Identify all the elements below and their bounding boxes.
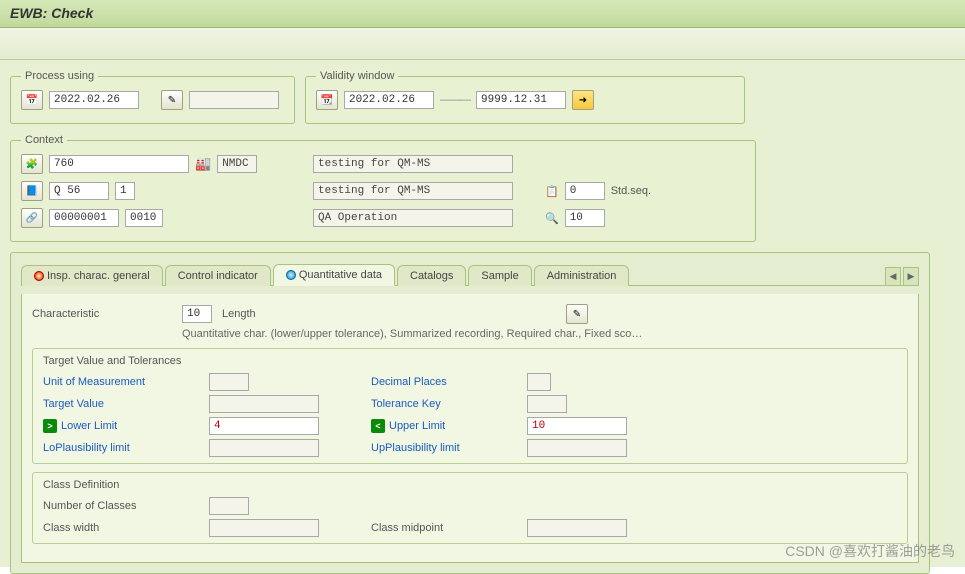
lower-limit-icon: > [43, 419, 57, 433]
detail-icon: 📋 [545, 185, 559, 198]
uom-label[interactable]: Unit of Measurement [43, 376, 203, 388]
tab-sample[interactable]: Sample [468, 265, 531, 286]
num-classes-label: Number of Classes [43, 500, 203, 512]
class-definition-group: Class Definition Number of Classes Class… [32, 472, 908, 544]
factory-icon: 🏭 [195, 156, 211, 172]
dec-input[interactable] [527, 373, 551, 391]
tab-strip: Insp. charac. general Control indicator … [21, 263, 919, 286]
goto-icon[interactable]: ➜ [572, 90, 594, 110]
validity-legend: Validity window [316, 70, 398, 82]
op-input[interactable] [125, 209, 163, 227]
date-separator: ——— [440, 94, 470, 106]
num-classes-input[interactable] [209, 497, 249, 515]
upper-limit-label[interactable]: <Upper Limit [371, 419, 521, 433]
class-width-label: Class width [43, 522, 203, 534]
loplaus-input[interactable] [209, 439, 319, 457]
class-title: Class Definition [43, 479, 897, 491]
counter-input[interactable] [115, 182, 135, 200]
class-mid-input[interactable] [527, 519, 627, 537]
plant-icon[interactable]: 🧩 [21, 154, 43, 174]
group-input[interactable] [49, 182, 109, 200]
lower-limit-input[interactable] [209, 417, 319, 435]
upplaus-input[interactable] [527, 439, 627, 457]
process-extra-input[interactable] [189, 91, 279, 109]
tolkey-label[interactable]: Tolerance Key [371, 398, 521, 410]
context-legend: Context [21, 134, 67, 146]
upper-limit-input[interactable] [527, 417, 627, 435]
class-mid-label: Class midpoint [371, 522, 521, 534]
characteristic-name: Length [222, 308, 256, 320]
plant-name [217, 155, 257, 173]
desc2 [313, 182, 513, 200]
process-date-input[interactable] [49, 91, 139, 109]
group-icon[interactable]: 📘 [21, 181, 43, 201]
target-tolerances-group: Target Value and Tolerances Unit of Meas… [32, 348, 908, 464]
target-input[interactable] [209, 395, 319, 413]
page-title: EWB: Check [10, 5, 955, 21]
context-group: Context 🧩 🏭 📘 📋 S [10, 134, 756, 242]
routing-input[interactable] [49, 209, 119, 227]
uom-input[interactable] [209, 373, 249, 391]
loplaus-label[interactable]: LoPlausibility limit [43, 442, 203, 454]
calendar-icon[interactable]: 📅 [21, 90, 43, 110]
tab-administration[interactable]: Administration [534, 265, 630, 286]
toolbar-strip [0, 28, 965, 60]
desc1 [313, 155, 513, 173]
class-width-input[interactable] [209, 519, 319, 537]
tab-insp-charac-general[interactable]: Insp. charac. general [21, 265, 163, 286]
validity-from-input[interactable] [344, 91, 434, 109]
std-count[interactable] [565, 182, 605, 200]
calendar-range-icon[interactable]: 📆 [316, 90, 338, 110]
tolkey-input[interactable] [527, 395, 567, 413]
target-title: Target Value and Tolerances [43, 355, 897, 367]
tab-quantitative-data[interactable]: Quantitative data [273, 264, 395, 286]
std-label: Std.seq. [611, 185, 651, 197]
target-label[interactable]: Target Value [43, 398, 203, 410]
char-description: Quantitative char. (lower/upper toleranc… [182, 328, 908, 340]
dec-label[interactable]: Decimal Places [371, 376, 521, 388]
process-using-group: Process using 📅 ✎ [10, 70, 295, 124]
wand-icon[interactable]: ✎ [161, 90, 183, 110]
lower-limit-label[interactable]: >Lower Limit [43, 419, 203, 433]
main-content: Process using 📅 ✎ Validity window 📆 ——— … [0, 60, 965, 567]
upper-limit-icon: < [371, 419, 385, 433]
title-bar: EWB: Check [0, 0, 965, 28]
routing-icon[interactable]: 🔗 [21, 208, 43, 228]
upplaus-label[interactable]: UpPlausibility limit [371, 442, 521, 454]
tab-panel-quantitative: Characteristic Length ✎ Quantitative cha… [21, 294, 919, 563]
characteristic-value[interactable] [182, 305, 212, 323]
process-legend: Process using [21, 70, 98, 82]
char-no[interactable] [565, 209, 605, 227]
characteristic-label: Characteristic [32, 308, 172, 320]
tab-catalogs[interactable]: Catalogs [397, 265, 466, 286]
edit-icon[interactable]: ✎ [566, 304, 588, 324]
plant-input[interactable] [49, 155, 189, 173]
validity-window-group: Validity window 📆 ——— ➜ [305, 70, 745, 124]
tab-scroll-right[interactable]: ▶ [903, 267, 919, 285]
desc3 [313, 209, 513, 227]
tab-scroll-left[interactable]: ◀ [885, 267, 901, 285]
tab-control-indicator[interactable]: Control indicator [165, 265, 271, 286]
watermark: CSDN @喜欢打酱油的老鸟 [785, 541, 955, 561]
validity-to-input[interactable] [476, 91, 566, 109]
tab-container: Insp. charac. general Control indicator … [10, 252, 930, 574]
char-icon: 🔍 [545, 212, 559, 225]
